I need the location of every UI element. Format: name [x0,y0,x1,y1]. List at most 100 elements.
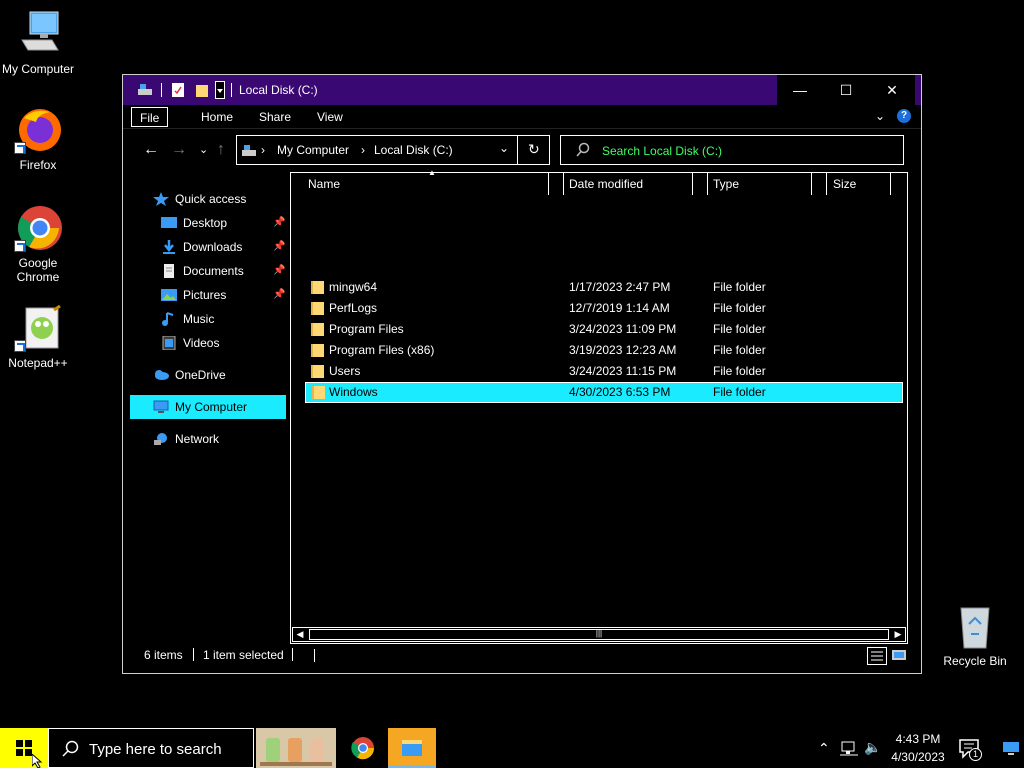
taskbar-search[interactable]: Type here to search [48,728,254,768]
folder-icon [311,281,324,294]
close-button[interactable]: ✕ [869,75,915,105]
nav-documents[interactable]: Documents [161,259,244,283]
file-name: Users [329,364,361,378]
column-separator[interactable] [563,173,564,195]
navigation-pane: Quick access Desktop 📌 Downloads 📌 Docum… [123,169,289,629]
tab-home[interactable]: Home [193,107,241,127]
scroll-right-icon[interactable]: ▶ [891,628,905,641]
tab-share[interactable]: Share [251,107,299,127]
up-button[interactable]: ↑ [217,141,225,159]
explorer-window: Local Disk (C:) — ☐ ✕ File Home Share Vi… [122,74,922,674]
table-row[interactable]: mingw64 1/17/2023 2:47 PM File folder [305,277,903,298]
table-row[interactable]: Program Files (x86) 3/19/2023 12:23 AM F… [305,340,903,361]
maximize-button[interactable]: ☐ [823,75,869,105]
search-box[interactable]: Search Local Disk (C:) [560,135,904,165]
scroll-thumb[interactable]: ||| [309,629,889,640]
column-header-name[interactable]: Name [308,173,340,195]
back-button[interactable]: ← [143,141,159,159]
nav-videos[interactable]: Videos [161,331,219,355]
pin-icon[interactable]: 📌 [273,289,285,300]
desktop-icon-notepadpp[interactable]: Notepad++ [0,304,76,370]
column-header-date[interactable]: Date modified [569,173,643,195]
nav-desktop[interactable]: Desktop [161,211,227,235]
column-separator[interactable] [692,173,693,195]
desktop-icon-firefox[interactable]: Firefox [0,106,76,172]
column-header-type[interactable]: Type [713,173,739,195]
drive-icon [137,82,153,99]
clock[interactable]: 4:43 PM 4/30/2023 [886,728,950,768]
recent-locations-icon[interactable]: ⌄ [199,143,208,156]
address-row: ← → ⌄ ↑ › My Computer › Local Disk (C:) … [123,131,921,169]
horizontal-scrollbar[interactable]: ◀ ||| ▶ [292,627,906,642]
nav-downloads[interactable]: Downloads [161,235,242,259]
star-icon [153,190,169,206]
network-status-icon[interactable] [840,740,858,768]
sort-arrow-icon: ▲ [428,168,436,177]
breadcrumb-local-disk[interactable]: Local Disk (C:) [374,143,453,157]
details-view-icon[interactable] [867,647,887,665]
table-row[interactable]: Program Files 3/24/2023 11:09 PM File fo… [305,319,903,340]
table-row-selected[interactable]: Windows 4/30/2023 6:53 PM File folder [305,382,903,403]
folder-icon [312,386,325,399]
desktop-icon-recycle-bin[interactable]: Recycle Bin [937,602,1013,668]
volume-icon[interactable]: 🔈 [864,739,881,768]
taskbar-search-placeholder: Type here to search [89,741,222,758]
table-row[interactable]: Users 3/24/2023 11:15 PM File folder [305,361,903,382]
start-button[interactable] [0,728,48,768]
help-icon[interactable]: ? [897,109,911,123]
chrome-icon [14,204,62,252]
nav-my-computer[interactable]: My Computer [130,395,286,419]
table-row[interactable]: PerfLogs 12/7/2019 1:14 AM File folder [305,298,903,319]
address-dropdown-icon[interactable]: ⌄ [499,141,509,155]
shortcut-arrow-icon [14,142,26,154]
show-desktop-icon[interactable] [1002,740,1020,768]
show-hidden-icons[interactable]: ⌃ [818,740,830,768]
file-name: PerfLogs [329,301,378,315]
nav-music[interactable]: Music [161,307,214,331]
item-count: 6 items [144,648,183,662]
news-widget-icon[interactable] [256,728,336,768]
file-date: 3/24/2023 11:09 PM [569,322,677,336]
tab-file[interactable]: File [131,107,169,127]
forward-button[interactable]: → [171,141,187,159]
title-bar[interactable]: Local Disk (C:) — ☐ ✕ [123,75,921,105]
address-bar[interactable]: › My Computer › Local Disk (C:) ⌄ ↻ [236,135,550,165]
nav-pictures[interactable]: Pictures [161,283,226,307]
file-type: File folder [713,385,766,399]
column-separator[interactable] [811,173,812,195]
taskbar-chrome[interactable] [340,728,388,768]
pin-icon[interactable]: 📌 [273,241,285,252]
desktop-icon-chrome[interactable]: Google Chrome [0,204,76,284]
qat-dropdown-icon[interactable] [215,81,225,102]
column-separator[interactable] [707,173,708,195]
file-date: 3/19/2023 12:23 AM [569,343,677,357]
nav-onedrive[interactable]: OneDrive [153,363,226,387]
nav-label: OneDrive [175,368,226,382]
nav-label: Documents [183,264,244,278]
column-separator[interactable] [548,173,549,195]
refresh-icon[interactable]: ↻ [528,141,540,158]
breadcrumb-my-computer[interactable]: My Computer [277,143,349,157]
pin-icon[interactable]: 📌 [273,217,285,228]
scroll-left-icon[interactable]: ◀ [293,628,307,641]
nav-quick-access[interactable]: Quick access [153,187,246,211]
clock-time: 4:43 PM [895,732,941,746]
file-list: ▲ Name Date modified Type Size mingw64 1… [290,168,908,644]
tab-view[interactable]: View [309,107,351,127]
pin-icon[interactable]: 📌 [273,265,285,276]
column-header-size[interactable]: Size [833,173,856,195]
properties-icon[interactable] [171,82,185,101]
large-icons-view-icon[interactable] [891,647,907,666]
ribbon-expand-icon[interactable]: ⌄ [875,109,885,123]
column-separator[interactable] [890,173,891,195]
taskbar-file-explorer[interactable] [388,728,436,768]
download-icon [161,238,177,254]
column-separator[interactable] [826,173,827,195]
computer-icon [14,10,62,58]
minimize-button[interactable]: — [777,75,823,105]
desktop-icon-my-computer[interactable]: My Computer [0,10,76,76]
nav-network[interactable]: Network [153,427,219,451]
desktop-icon-label: Recycle Bin [943,654,1007,668]
new-folder-icon[interactable] [195,82,209,101]
status-separator [292,648,293,661]
